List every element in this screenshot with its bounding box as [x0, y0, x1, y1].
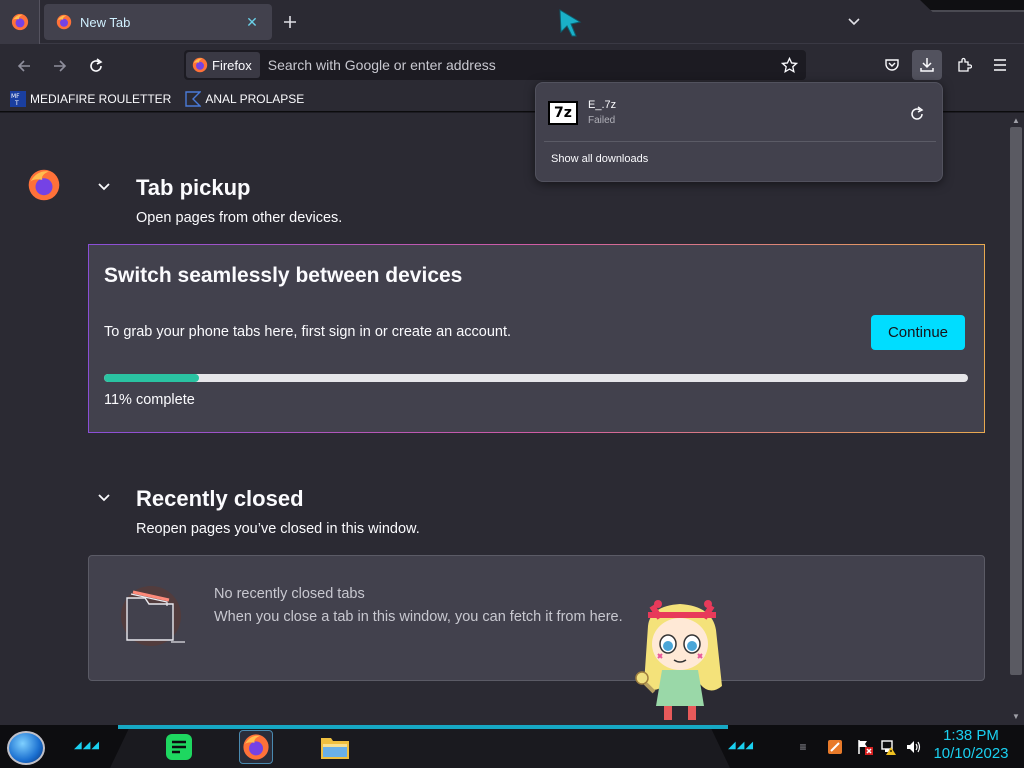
reload-icon [90, 58, 103, 72]
tab-new-tab[interactable]: New Tab ✕ [44, 4, 272, 40]
clock-date: 10/10/2023 [933, 745, 1009, 762]
firefox-view-button[interactable] [0, 0, 40, 44]
system-clock[interactable]: 1:38 PM 10/10/2023 [926, 727, 1016, 763]
scroll-up-icon[interactable]: ▲ [1011, 115, 1021, 125]
taskbar-decoration-left: ◢◢◢ [74, 740, 101, 751]
plus-icon [284, 16, 296, 28]
scroll-down-icon[interactable]: ▼ [1011, 711, 1021, 721]
7z-archive-icon: 7z [548, 101, 578, 125]
chevron-down-icon [98, 494, 110, 502]
tab-title: New Tab [80, 14, 131, 30]
start-button[interactable] [7, 731, 45, 765]
chevron-down-icon [848, 18, 860, 26]
retry-icon [911, 106, 924, 120]
pocket-button[interactable] [877, 50, 907, 80]
empty-state-title: No recently closed tabs [214, 586, 365, 602]
arrow-right-icon [54, 60, 67, 72]
setup-progress-label: 11% complete [104, 392, 195, 408]
bookmark-label: MEDIAFIRE ROULETTER [30, 91, 172, 106]
firefox-icon [56, 14, 72, 30]
app-menu-button[interactable] [985, 50, 1015, 80]
bookmark-star-button[interactable] [776, 52, 802, 78]
show-all-downloads-link[interactable]: Show all downloads [551, 153, 648, 165]
address-bar[interactable]: Firefox [184, 50, 806, 80]
svg-text:T: T [14, 100, 19, 107]
identity-box[interactable]: Firefox [186, 52, 260, 78]
back-button[interactable] [10, 52, 38, 80]
taskbar-app-notes[interactable] [162, 730, 196, 764]
identity-label: Firefox [212, 57, 252, 73]
window-frame-decoration [920, 0, 1024, 12]
download-icon [920, 58, 934, 72]
tab-strip: New Tab ✕ [0, 0, 1024, 44]
sync-setup-card: Switch seamlessly between devices To gra… [88, 244, 985, 433]
recently-closed-title: Recently closed [136, 486, 304, 511]
cartoon-character-sticker [630, 596, 734, 729]
extensions-button[interactable] [949, 50, 979, 80]
hamburger-menu-icon [994, 59, 1006, 71]
recently-closed-collapse-toggle[interactable] [94, 488, 114, 508]
network-alert-icon[interactable] [880, 738, 898, 756]
forward-button[interactable] [46, 52, 74, 80]
sync-card-description: To grab your phone tabs here, first sign… [104, 324, 512, 340]
taskbar-accent-bar [118, 725, 728, 729]
pocket-icon [885, 59, 899, 71]
continue-button[interactable]: Continue [871, 315, 965, 350]
svg-text:MF: MF [11, 93, 20, 100]
arrow-left-icon [17, 60, 30, 72]
close-tab-icon[interactable]: ✕ [242, 12, 262, 32]
downloads-panel: 7z E_.7z Failed Show all downloads [535, 82, 943, 182]
taskbar-app-firefox[interactable] [239, 730, 273, 764]
download-status: Failed [588, 115, 616, 126]
recently-closed-empty-card: No recently closed tabs When you close a… [88, 555, 985, 681]
bookmark-item[interactable]: MF T MEDIAFIRE ROULETTER [10, 90, 172, 107]
sync-card-heading: Switch seamlessly between devices [104, 264, 463, 287]
star-icon [780, 56, 798, 73]
retry-download-button[interactable] [906, 103, 928, 125]
folder-icon [321, 738, 349, 759]
mediafire-icon: MF T [10, 90, 26, 107]
tray-app-icon[interactable] [826, 738, 844, 756]
tab-pickup-title: Tab pickup [136, 175, 251, 200]
show-hidden-icons-icon[interactable]: ≡ [794, 738, 812, 756]
new-tab-button[interactable] [278, 10, 302, 34]
firefox-view-page: Tab pickup Open pages from other devices… [0, 113, 1008, 725]
bookmark-label: ANAL PROLAPSE [205, 91, 305, 106]
firefox-logo-icon [27, 168, 61, 207]
action-center-alert-icon[interactable] [856, 738, 874, 756]
clock-time: 1:38 PM [943, 727, 999, 744]
puzzle-icon [958, 57, 972, 72]
cursor-decoration-icon [558, 8, 584, 43]
setup-progress-fill [104, 374, 200, 382]
recently-closed-subtitle: Reopen pages you’ve closed in this windo… [136, 521, 420, 537]
taskbar-app-file-explorer[interactable] [318, 730, 352, 764]
empty-state-message: When you close a tab in this window, you… [214, 609, 623, 625]
taskbar-decoration-right: ◢◢◢ [728, 740, 755, 751]
bookmark-item[interactable]: ANAL PROLAPSE [185, 90, 305, 107]
reload-button[interactable] [82, 52, 110, 80]
scrollbar-thumb[interactable] [1010, 127, 1022, 675]
download-item[interactable]: 7z E_.7z Failed [546, 93, 936, 133]
taskbar-panel [110, 729, 730, 768]
firefox-icon [192, 57, 208, 73]
notes-app-icon [166, 734, 192, 760]
firefox-icon [243, 734, 269, 760]
tab-pickup-collapse-toggle[interactable] [94, 177, 114, 197]
url-input[interactable] [267, 57, 776, 73]
chevron-down-icon [98, 183, 110, 191]
firefox-icon [11, 13, 28, 31]
page-scrollbar[interactable]: ▲ ▼ [1008, 113, 1024, 725]
panel-divider [544, 141, 936, 142]
empty-folder-illustration-icon [111, 584, 191, 651]
bookmark-page-icon [185, 90, 202, 107]
list-all-tabs-button[interactable] [842, 10, 866, 34]
setup-progress-bar [104, 374, 968, 382]
download-filename: E_.7z [588, 99, 617, 111]
volume-icon[interactable] [904, 738, 922, 756]
downloads-button[interactable] [912, 50, 942, 80]
tab-pickup-subtitle: Open pages from other devices. [136, 210, 343, 226]
